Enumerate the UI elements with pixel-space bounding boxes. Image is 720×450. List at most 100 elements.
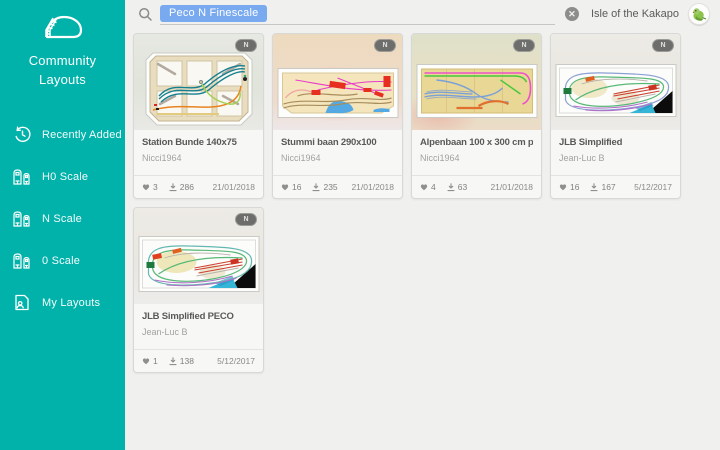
layout-author: Nicci1964 xyxy=(142,153,255,163)
layout-card[interactable]: N JLB Simplified PECO Jean-Luc B 1 138 5… xyxy=(133,207,264,373)
search-input[interactable]: Peco N Finescale xyxy=(160,4,555,25)
sidebar: Community Layouts Recently Added xyxy=(0,0,125,450)
close-icon: ✕ xyxy=(568,9,576,19)
layout-title: Station Bunde 140x75 xyxy=(142,137,255,148)
sidebar-item-label: 0 Scale xyxy=(42,255,80,267)
layout-author: Nicci1964 xyxy=(281,153,394,163)
sidebar-item-my-layouts[interactable]: My Layouts xyxy=(0,282,125,324)
likes-count: 4 xyxy=(431,182,436,192)
likes-count: 16 xyxy=(292,182,301,192)
downloads-stat[interactable]: 235 xyxy=(312,182,337,192)
history-icon xyxy=(12,125,32,145)
likes-stat[interactable]: 3 xyxy=(142,182,158,192)
layout-title: JLB Simplified xyxy=(559,137,672,148)
layout-author: Nicci1964 xyxy=(420,153,533,163)
heart-icon xyxy=(142,183,150,191)
search-icon xyxy=(138,7,153,22)
kakapo-bird-icon xyxy=(690,5,708,23)
layout-card[interactable]: N Stummi baan 290x100 Nicci1964 16 235 2… xyxy=(272,33,403,199)
layout-title: Alpenbaan 100 x 300 cm peco code xyxy=(420,137,533,148)
track-plan-image xyxy=(555,64,676,117)
layout-card[interactable]: N Station Bunde 140x75 Nicci1964 3 286 2… xyxy=(133,33,264,199)
likes-count: 1 xyxy=(153,356,158,366)
card-footer: 16 235 21/01/2018 xyxy=(273,175,402,198)
track-plan-image xyxy=(277,68,398,118)
heart-icon xyxy=(142,357,150,365)
layout-date: 5/12/2017 xyxy=(217,356,255,366)
sidebar-item-n-scale[interactable]: N Scale xyxy=(0,198,125,240)
layout-card-grid: N Station Bunde 140x75 Nicci1964 3 286 2… xyxy=(125,28,720,378)
sidebar-item-h0-scale[interactable]: H0 Scale xyxy=(0,156,125,198)
card-footer: 16 167 5/12/2017 xyxy=(551,175,680,198)
sidebar-item-label: My Layouts xyxy=(42,297,100,309)
sidebar-item-recently-added[interactable]: Recently Added xyxy=(0,114,125,156)
likes-stat[interactable]: 1 xyxy=(142,356,158,366)
likes-count: 3 xyxy=(153,182,158,192)
downloads-count: 235 xyxy=(323,182,337,192)
layout-thumbnail: N xyxy=(551,34,680,130)
layout-thumbnail: N xyxy=(134,208,263,304)
layout-card[interactable]: N Alpenbaan 100 x 300 cm peco code Nicci… xyxy=(411,33,542,199)
search-query-selected-text: Peco N Finescale xyxy=(160,5,267,22)
scale-badge: N xyxy=(235,213,257,226)
topbar: Peco N Finescale ✕ Isle of the Kakapo xyxy=(125,0,720,28)
track-plan-image xyxy=(416,64,537,118)
downloads-stat[interactable]: 286 xyxy=(169,182,194,192)
downloads-count: 63 xyxy=(458,182,467,192)
sidebar-item-0-scale[interactable]: 0 Scale xyxy=(0,240,125,282)
sidebar-title: Community Layouts xyxy=(17,52,109,90)
downloads-stat[interactable]: 138 xyxy=(169,356,194,366)
layout-date: 21/01/2018 xyxy=(351,182,394,192)
heart-icon xyxy=(281,183,289,191)
download-icon xyxy=(169,183,177,192)
likes-count: 16 xyxy=(570,182,579,192)
downloads-stat[interactable]: 63 xyxy=(447,182,467,192)
layout-date: 21/01/2018 xyxy=(212,182,255,192)
downloads-count: 167 xyxy=(601,182,615,192)
layout-title: Stummi baan 290x100 xyxy=(281,137,394,148)
sidebar-item-label: Recently Added xyxy=(42,129,122,141)
my-layouts-icon xyxy=(12,293,32,313)
downloads-count: 286 xyxy=(180,182,194,192)
layout-thumbnail: N xyxy=(134,34,263,130)
layout-date: 5/12/2017 xyxy=(634,182,672,192)
main-area: Peco N Finescale ✕ Isle of the Kakapo xyxy=(125,0,720,450)
account-name: Isle of the Kakapo xyxy=(591,8,679,20)
layout-author: Jean-Luc B xyxy=(142,327,255,337)
downloads-count: 138 xyxy=(180,356,194,366)
scale-badge: N xyxy=(374,39,396,52)
download-icon xyxy=(312,183,320,192)
avatar[interactable] xyxy=(688,3,710,25)
heart-icon xyxy=(420,183,428,191)
card-footer: 4 63 21/01/2018 xyxy=(412,175,541,198)
heart-icon xyxy=(559,183,567,191)
download-icon xyxy=(447,183,455,192)
scale-trains-icon xyxy=(12,209,32,229)
card-footer: 1 138 5/12/2017 xyxy=(134,349,263,372)
layout-date: 21/01/2018 xyxy=(490,182,533,192)
download-icon xyxy=(169,357,177,366)
scale-badge: N xyxy=(652,39,674,52)
sidebar-item-label: H0 Scale xyxy=(42,171,88,183)
scale-badge: N xyxy=(235,39,257,52)
track-plan-image xyxy=(138,236,259,292)
layout-title: JLB Simplified PECO xyxy=(142,311,255,322)
likes-stat[interactable]: 4 xyxy=(420,182,436,192)
layout-thumbnail: N xyxy=(273,34,402,130)
scale-trains-icon xyxy=(12,251,32,271)
layout-thumbnail: N xyxy=(412,34,541,130)
download-icon xyxy=(590,183,598,192)
downloads-stat[interactable]: 167 xyxy=(590,182,615,192)
sidebar-item-label: N Scale xyxy=(42,213,82,225)
scale-badge: N xyxy=(513,39,535,52)
clear-search-button[interactable]: ✕ xyxy=(565,7,579,21)
likes-stat[interactable]: 16 xyxy=(281,182,301,192)
card-footer: 3 286 21/01/2018 xyxy=(134,175,263,198)
app-logo-icon xyxy=(0,10,125,42)
track-plan-image xyxy=(145,52,253,126)
scale-trains-icon xyxy=(12,167,32,187)
layout-author: Jean-Luc B xyxy=(559,153,672,163)
likes-stat[interactable]: 16 xyxy=(559,182,579,192)
layout-card[interactable]: N JLB Simplified Jean-Luc B 16 167 5/12/… xyxy=(550,33,681,199)
sidebar-nav: Recently Added H0 Scale xyxy=(0,114,125,324)
